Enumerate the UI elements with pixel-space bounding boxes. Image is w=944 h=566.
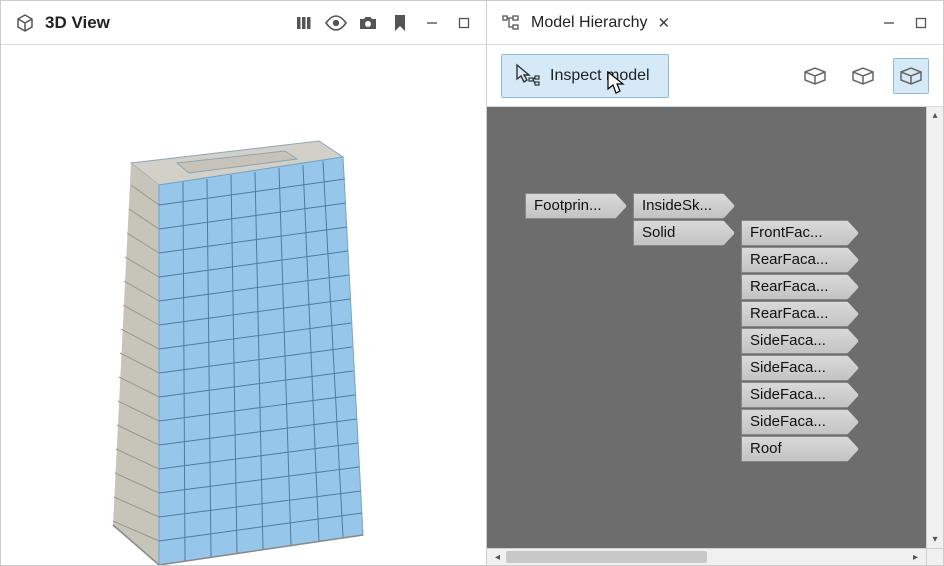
hierarchy-node[interactable]: SideFaca... [741, 409, 859, 435]
panel-3d-view: 3D View [1, 1, 487, 565]
cube-icon [13, 11, 37, 35]
hierarchy-node[interactable]: RearFaca... [741, 301, 859, 327]
camera-icon[interactable] [356, 11, 380, 35]
hierarchy-node[interactable]: FrontFac... [741, 220, 859, 246]
hierarchy-node[interactable]: Solid [633, 220, 735, 246]
titlebar-model-hierarchy: Model Hierarchy ✕ [487, 1, 943, 45]
hierarchy-icon [499, 11, 523, 35]
vertical-scrollbar[interactable]: ▴ ▾ [926, 107, 943, 548]
scroll-right-icon[interactable]: ▸ [907, 552, 924, 563]
view-mode-1-button[interactable] [797, 58, 833, 94]
hierarchy-node[interactable]: InsideSk... [633, 193, 735, 219]
inspect-cursor-icon [514, 63, 540, 89]
scroll-corner [926, 548, 943, 565]
scroll-left-icon[interactable]: ◂ [489, 552, 506, 563]
hierarchy-node[interactable]: RearFaca... [741, 274, 859, 300]
viewport-3d[interactable] [1, 45, 486, 565]
hierarchy-node[interactable]: RearFaca... [741, 247, 859, 273]
minimize-button[interactable] [420, 11, 444, 35]
panel-model-hierarchy: Model Hierarchy ✕ [487, 1, 943, 565]
hierarchy-node[interactable]: Footprin... [525, 193, 627, 219]
titlebar-3d-view: 3D View [1, 1, 486, 45]
bookmark-icon[interactable] [388, 11, 412, 35]
view-mode-3-button[interactable] [893, 58, 929, 94]
toolbar-model-hierarchy: Inspect model [487, 45, 943, 107]
maximize-button[interactable] [909, 11, 933, 35]
scroll-track[interactable] [506, 549, 907, 565]
layers-icon[interactable] [292, 11, 316, 35]
scroll-thumb[interactable] [506, 551, 707, 563]
title-3d-view: 3D View [45, 13, 110, 33]
eye-icon[interactable] [324, 11, 348, 35]
hierarchy-node[interactable]: SideFaca... [741, 328, 859, 354]
scroll-up-icon[interactable]: ▴ [932, 107, 937, 124]
scroll-down-icon[interactable]: ▾ [932, 531, 937, 548]
title-model-hierarchy: Model Hierarchy [531, 14, 647, 32]
hierarchy-view[interactable]: Footprin... InsideSk... Solid FrontFac..… [487, 107, 943, 565]
inspect-model-button[interactable]: Inspect model [501, 54, 669, 98]
maximize-button[interactable] [452, 11, 476, 35]
tab-model-hierarchy[interactable]: Model Hierarchy ✕ [531, 14, 672, 32]
inspect-model-label: Inspect model [550, 67, 650, 85]
view-mode-2-button[interactable] [845, 58, 881, 94]
hierarchy-canvas[interactable]: Footprin... InsideSk... Solid FrontFac..… [487, 107, 943, 565]
horizontal-scrollbar[interactable]: ◂ ▸ [487, 548, 926, 565]
hierarchy-node[interactable]: Roof [741, 436, 859, 462]
hierarchy-node[interactable]: SideFaca... [741, 382, 859, 408]
close-icon[interactable]: ✕ [655, 14, 672, 32]
hierarchy-node[interactable]: SideFaca... [741, 355, 859, 381]
minimize-button[interactable] [877, 11, 901, 35]
